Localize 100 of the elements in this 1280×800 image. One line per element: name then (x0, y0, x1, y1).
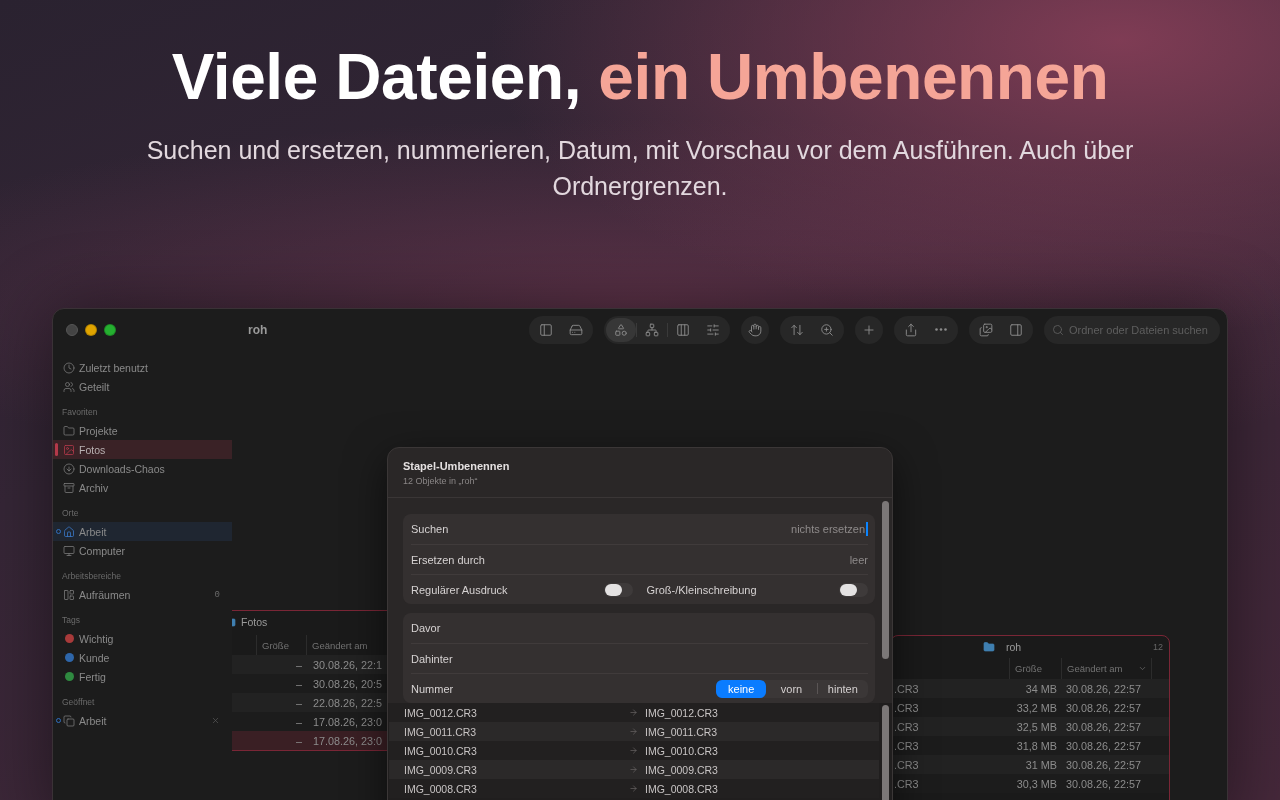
arrow-icon (629, 746, 638, 755)
panel-right-icon (1009, 322, 1023, 337)
sidebar-item[interactable]: Geteilt (53, 377, 232, 396)
sidebar-item[interactable]: Computer (53, 541, 232, 560)
text-input[interactable]: leer (495, 551, 868, 568)
hierarchy-icon (645, 322, 659, 337)
sidebar-item[interactable]: Zuletzt benutzt (53, 358, 232, 377)
text-field[interactable]: Ersetzen durch leer (411, 544, 868, 574)
close-icon[interactable] (211, 716, 220, 725)
subheadline: Suchen und ersetzen, nummerieren, Datum, mit Vorschau vor dem Ausführen. Auch über Ordnergrenzen. (145, 135, 1135, 202)
zoom-button[interactable] (104, 323, 116, 336)
item-count: 12 (1153, 642, 1163, 652)
text-input[interactable]: nichts ersetzen (458, 521, 865, 537)
toolbar-button[interactable] (855, 315, 883, 344)
file-name: .CR3 (893, 701, 920, 714)
sliders-icon (706, 322, 720, 337)
toggle-switch[interactable] (839, 582, 868, 597)
sidebar-item[interactable]: Arbeit (53, 522, 232, 541)
file-size: 31,8 MB (1015, 739, 1058, 752)
file-name: .CR3 (893, 720, 920, 733)
arrow-icon (629, 708, 638, 717)
file-date: 22.08.26, 22:5 (312, 696, 384, 709)
file-name: IMG_0012.CR3 (403, 706, 478, 719)
sidebar-item[interactable]: Projekte (53, 421, 232, 440)
new-file-name: IMG_0010.CR3 (645, 744, 719, 757)
new-file-name: IMG_0011.CR3 (645, 725, 719, 738)
sidebar-item[interactable]: Kunde (53, 648, 232, 667)
plus-icon (862, 322, 876, 337)
segment-option[interactable]: hinten (817, 679, 868, 698)
file-name: .CR3 (893, 758, 920, 771)
hand-icon (748, 322, 762, 337)
sidebar-item[interactable]: Downloads-Chaos (53, 459, 232, 478)
toggle-label: Groß-/Kleinschreibung (646, 583, 757, 596)
segment-option[interactable]: keine (716, 679, 767, 698)
file-date: 30.08.26, 22:57 (1065, 758, 1143, 771)
file-date: 30.08.26, 22:57 (1065, 682, 1143, 695)
sidebar-icon (539, 322, 553, 337)
folder-icon (983, 641, 995, 653)
file-row[interactable]: .CR3 31 MB 30.08.26, 22:57 (891, 755, 1169, 774)
arrow-icon (629, 784, 638, 793)
file-row[interactable]: – 30.08.26, 22:1 (232, 655, 387, 674)
file-name: IMG_0010.CR3 (403, 744, 478, 757)
headline: Viele Dateien, ein Umbenennen (171, 41, 1109, 113)
zoom-in-icon (820, 322, 834, 337)
file-date: 30.08.26, 22:57 (1065, 739, 1143, 752)
pane-title: roh (1006, 641, 1022, 653)
segment-option[interactable]: vorn (766, 679, 817, 698)
text-field[interactable]: Davor (411, 613, 868, 643)
toolbar-button[interactable] (606, 317, 636, 342)
file-size: 34 MB (1024, 682, 1058, 695)
sidebar-item[interactable]: Archiv (53, 478, 232, 497)
columns-icon (676, 322, 690, 337)
file-row[interactable]: – 22.08.26, 22:5 (232, 693, 387, 712)
scrollbar-thumb[interactable] (882, 501, 889, 659)
search-icon (1052, 323, 1064, 336)
minimize-button[interactable] (85, 323, 97, 336)
pane-title: Fotos (241, 616, 268, 628)
file-size: 33,2 MB (1015, 701, 1058, 714)
file-size: – (295, 677, 303, 690)
file-size: 32,5 MB (1015, 720, 1058, 733)
section-header: Geöffnet (61, 696, 95, 709)
monitor-icon (63, 544, 75, 557)
file-date: 30.08.26, 22:57 (1065, 720, 1143, 733)
people-icon (63, 380, 75, 393)
folder-icon (63, 424, 75, 437)
file-row[interactable]: .CR3 32,5 MB 30.08.26, 22:57 (891, 717, 1169, 736)
house-icon (63, 525, 75, 538)
arrow-icon (629, 727, 638, 736)
file-size: – (295, 734, 303, 747)
file-size: – (295, 715, 303, 728)
section-header: Favoriten (61, 406, 98, 419)
sidebar-item[interactable]: Fotos (53, 440, 232, 459)
share-icon (904, 322, 918, 337)
download-icon (63, 462, 75, 475)
archive-icon (63, 481, 75, 494)
chevron-icon (1138, 664, 1147, 673)
dialog-subtitle: 12 Objekte in „roh“ (403, 475, 478, 487)
section-header: Orte (61, 507, 79, 520)
copy-icon (63, 714, 75, 727)
file-size: 31 MB (1024, 758, 1058, 771)
sidebar-item[interactable]: Wichtig (53, 629, 232, 648)
sidebar-item[interactable]: Fertig (53, 667, 232, 686)
file-name: IMG_0008.CR3 (403, 782, 478, 795)
file-row[interactable]: – 17.08.26, 23:0 (232, 731, 387, 750)
file-row[interactable]: .CR3 34 MB 30.08.26, 22:57 (891, 679, 1169, 698)
clock-icon (63, 361, 75, 374)
new-file-name: IMG_0008.CR3 (645, 782, 719, 795)
dialog-title: Stapel-Umbenennen (403, 459, 510, 473)
sidebar-item[interactable]: Aufräumen 0 (53, 585, 232, 604)
text-field[interactable]: Dahinter (411, 643, 868, 673)
sidebar-item[interactable]: Arbeit (53, 711, 232, 730)
file-date: 17.08.26, 23:0 (312, 715, 384, 728)
text-field[interactable]: Suchen nichts ersetzen (411, 514, 868, 544)
file-name: .CR3 (893, 777, 920, 790)
toggle-switch[interactable] (603, 582, 633, 597)
file-name: IMG_0011.CR3 (403, 725, 478, 738)
image-icon (63, 443, 75, 456)
drive-icon (569, 322, 583, 337)
toolbar-button[interactable] (741, 315, 769, 344)
window-title: roh (248, 322, 268, 337)
